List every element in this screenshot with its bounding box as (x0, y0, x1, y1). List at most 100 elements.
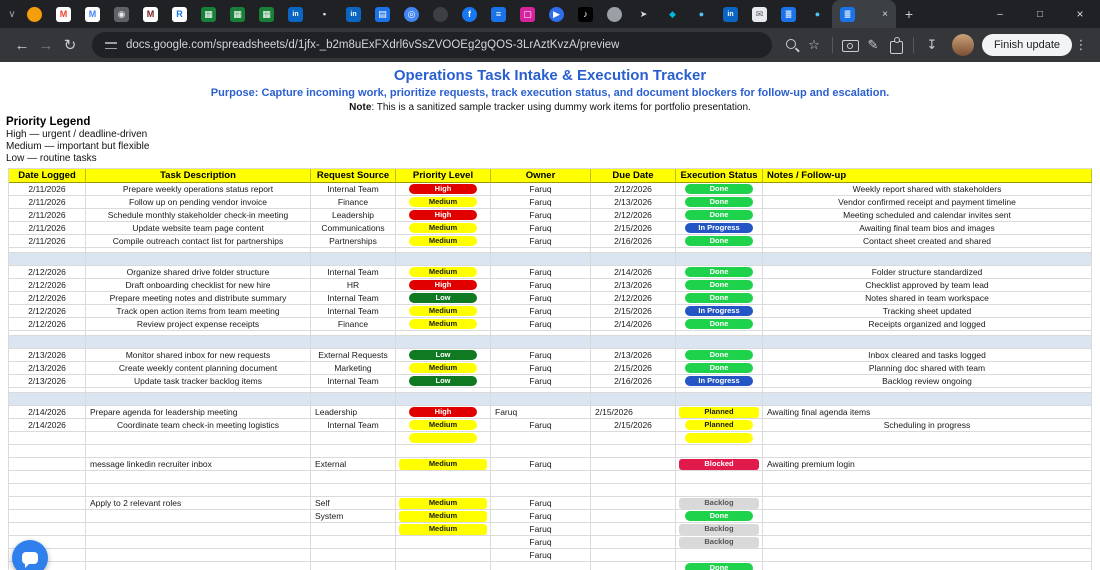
tab-arrow-app[interactable]: ➤ (629, 0, 658, 28)
tab-tiktok[interactable]: ♪ (571, 0, 600, 28)
close-window-button[interactable]: × (1060, 0, 1100, 28)
tab-camera-app[interactable]: ◉ (107, 0, 136, 28)
download-icon[interactable]: ↧ (920, 37, 944, 53)
site-info-icon[interactable] (104, 38, 118, 52)
tab-docs-blue[interactable]: ▤ (368, 0, 397, 28)
edit-icon[interactable]: ✎ (861, 37, 885, 53)
tab-close-icon[interactable]: × (882, 9, 888, 20)
cell-task (86, 432, 311, 445)
cell-source: Internal Team (311, 183, 396, 196)
tab-linkedin-2[interactable]: in (339, 0, 368, 28)
tab-linkedin-1[interactable]: in (281, 0, 310, 28)
priority-badge: Low (409, 350, 477, 360)
cell-status (676, 549, 763, 562)
cell-status: Backlog (676, 497, 763, 510)
table-row (9, 445, 1092, 458)
page-title: Operations Task Intake & Execution Track… (0, 66, 1100, 86)
cell-owner (491, 471, 591, 484)
tab-m-app[interactable]: M (136, 0, 165, 28)
tab-droplet-1[interactable]: ● (687, 0, 716, 28)
cell-source (311, 523, 396, 536)
tab-orange-dot[interactable] (20, 0, 49, 28)
maximize-button[interactable]: □ (1020, 0, 1060, 28)
forward-icon[interactable]: → (34, 37, 58, 54)
cell-source: HR (311, 279, 396, 292)
status-badge: Done (685, 350, 753, 360)
tab-gray-circle[interactable] (600, 0, 629, 28)
cell-task: Compile outreach contact list for partne… (86, 235, 311, 248)
status-badge: Done (685, 236, 753, 246)
table-spacer-row (9, 336, 1092, 349)
tab-notes-blue[interactable]: ≡ (484, 0, 513, 28)
tab-gmail-2[interactable]: M (78, 0, 107, 28)
tab-sheets-1[interactable]: ▦ (194, 0, 223, 28)
tab-diamond-app[interactable]: ◆ (658, 0, 687, 28)
cell-notes: Awaiting final team bios and images (763, 222, 1092, 235)
note-label: Note (349, 102, 371, 113)
cell-status: Backlog (676, 536, 763, 549)
window-controls: – □ × (980, 0, 1100, 28)
cell-owner (491, 484, 591, 497)
tab-video-app[interactable]: ▶ (542, 0, 571, 28)
tab-instagram[interactable]: ▢ (513, 0, 542, 28)
chat-icon (22, 552, 38, 564)
reload-icon[interactable]: ↻ (58, 36, 82, 54)
cell-due: 2/13/2026 (591, 349, 676, 362)
tab-dark-circle-icon (433, 7, 448, 22)
tab-sheets-3[interactable]: ▦ (252, 0, 281, 28)
cell-source (311, 471, 396, 484)
table-row: 2/11/2026Compile outreach contact list f… (9, 235, 1092, 248)
new-tab-button[interactable]: + (896, 6, 922, 22)
url-bar[interactable]: docs.google.com/spreadsheets/d/1jfx-_b2m… (92, 32, 772, 58)
status-badge: Done (685, 511, 753, 521)
search-icon[interactable] (782, 36, 802, 54)
extensions-icon[interactable] (885, 36, 907, 54)
purpose-line: Purpose: Capture incoming work, prioriti… (0, 86, 1100, 101)
cell-date: 2/11/2026 (9, 196, 86, 209)
cell-date (9, 497, 86, 510)
finish-update-button[interactable]: Finish update (982, 34, 1072, 56)
cell-source: Finance (311, 318, 396, 331)
camera-icon[interactable] (839, 36, 861, 54)
priority-badge: Medium (399, 459, 487, 470)
tab-dark-app[interactable]: ▪ (310, 0, 339, 28)
minimize-button[interactable]: – (980, 0, 1020, 28)
cell-owner: Faruq (491, 510, 591, 523)
back-icon[interactable]: ← (10, 37, 34, 54)
tab-facebook[interactable]: f (455, 0, 484, 28)
cell-task (86, 523, 311, 536)
priority-badge: Medium (409, 319, 477, 329)
cell-due: 2/15/2026 (591, 419, 676, 432)
tab-instagram-icon: ▢ (520, 7, 535, 22)
tab-chrome-circle[interactable]: ◎ (397, 0, 426, 28)
tab-gmail-1[interactable]: M (49, 0, 78, 28)
tab-search-chevron-icon[interactable]: ∨ (4, 9, 20, 20)
status-badge (685, 433, 753, 443)
cell-source: Internal Team (311, 375, 396, 388)
cell-source (311, 432, 396, 445)
tab-linkedin-3-icon: in (723, 7, 738, 22)
cell-task (86, 484, 311, 497)
cell-priority: Low (396, 349, 491, 362)
cell-source: Leadership (311, 406, 396, 419)
table-row: Apply to 2 relevant rolesSelfMediumFaruq… (9, 497, 1092, 510)
tab-sheet-preview[interactable]: ≣× (832, 0, 896, 28)
tab-linkedin-3[interactable]: in (716, 0, 745, 28)
legend-item-high: High — urgent / deadline-driven (6, 129, 1100, 141)
cell-task: Update website team page content (86, 222, 311, 235)
tab-sheets-2[interactable]: ▦ (223, 0, 252, 28)
kebab-menu-icon[interactable]: ⋮ (1072, 37, 1090, 53)
cell-status: Done (676, 183, 763, 196)
cell-priority (396, 445, 491, 458)
table-row: 2/14/2026Prepare agenda for leadership m… (9, 406, 1092, 419)
profile-avatar[interactable] (952, 34, 974, 56)
tab-r-app[interactable]: R (165, 0, 194, 28)
tab-dark-circle[interactable] (426, 0, 455, 28)
tab-list-blue[interactable]: ≣ (774, 0, 803, 28)
bookmark-star-icon[interactable]: ☆ (802, 37, 826, 53)
tab-mail-outline[interactable]: ✉ (745, 0, 774, 28)
tab-droplet-2[interactable]: ● (803, 0, 832, 28)
chat-widget-button[interactable] (12, 540, 48, 570)
cell-owner: Faruq (491, 458, 591, 471)
cell-status (676, 471, 763, 484)
